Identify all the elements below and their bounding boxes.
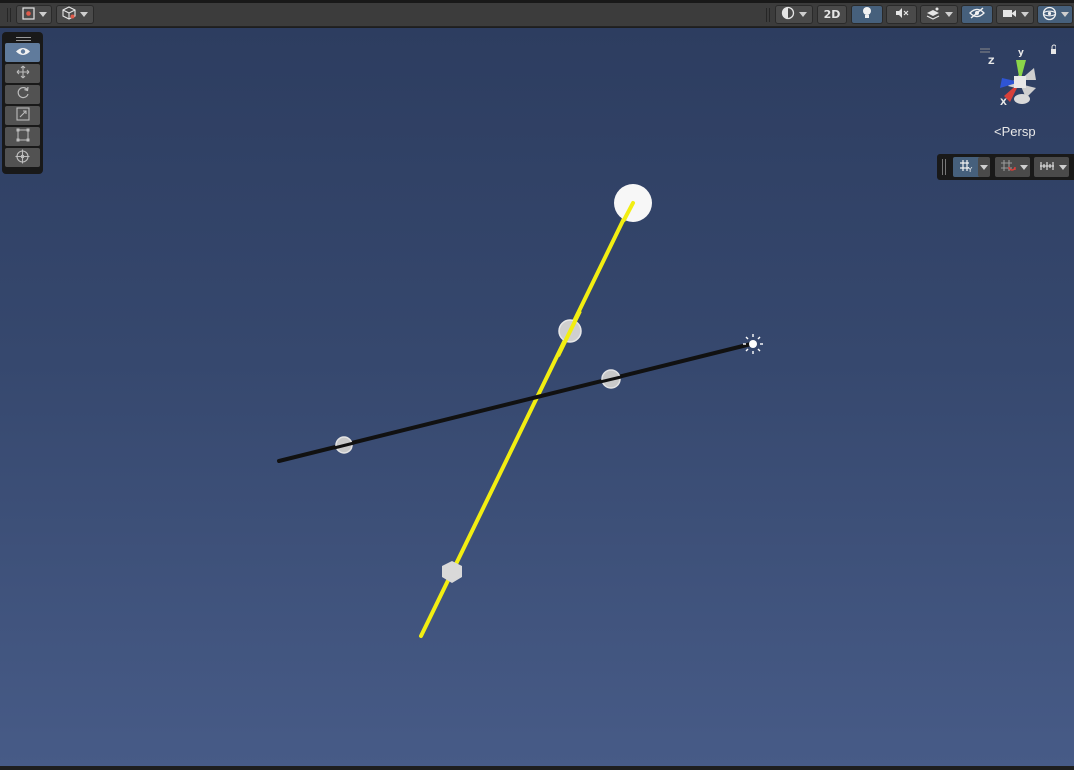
overlay-handle[interactable] xyxy=(942,159,946,175)
projection-label: Persp xyxy=(1001,124,1036,139)
grid-snap-overlay: Y xyxy=(937,154,1074,180)
transform-icon xyxy=(15,149,30,167)
2d-toggle-button[interactable]: 2D xyxy=(817,5,847,24)
toolbar-grip[interactable] xyxy=(766,8,770,22)
rect-transform-icon xyxy=(16,128,30,145)
grid-options-dropdown[interactable] xyxy=(978,157,990,177)
scene-toolbar: 2D xyxy=(0,3,1074,27)
chevron-left-icon: < xyxy=(994,124,1002,139)
chevron-down-icon xyxy=(1020,12,1029,17)
pivot-icon xyxy=(21,6,35,23)
draw-mode-button[interactable] xyxy=(775,5,813,24)
grid-toggle-button[interactable]: Y xyxy=(953,157,981,177)
rotate-icon xyxy=(16,86,30,103)
projection-toggle[interactable]: <Persp xyxy=(994,124,1036,139)
light-icon[interactable] xyxy=(743,334,763,354)
global-local-button[interactable] xyxy=(56,5,94,24)
grid-snap-icon xyxy=(1000,159,1016,176)
cube-icon xyxy=(62,6,76,23)
audio-mute-icon xyxy=(895,7,909,22)
orientation-gizmo[interactable]: Z y X xyxy=(974,44,1057,124)
audio-toggle-button[interactable] xyxy=(886,5,917,24)
chevron-down-icon xyxy=(944,12,953,17)
scene-view[interactable]: Z y X <Persp Y xyxy=(0,28,1074,766)
toolbar-grip[interactable] xyxy=(7,8,11,22)
grid-y-icon: Y xyxy=(959,159,975,176)
chevron-down-icon xyxy=(38,12,47,17)
svg-text:Y: Y xyxy=(967,166,973,173)
lock-icon[interactable] xyxy=(1051,44,1057,54)
shading-sphere-icon xyxy=(781,6,795,23)
handle-gizmo[interactable] xyxy=(442,561,462,583)
gizmo-center-cube[interactable] xyxy=(1014,76,1026,88)
rotate-tool[interactable] xyxy=(5,85,40,104)
overlay-handle[interactable] xyxy=(5,35,40,43)
camera-settings-button[interactable] xyxy=(996,5,1034,24)
eye-icon xyxy=(15,46,31,60)
rect-tool[interactable] xyxy=(5,127,40,146)
move-tool[interactable] xyxy=(5,64,40,83)
gizmos-button[interactable] xyxy=(1037,5,1073,24)
effects-button[interactable] xyxy=(920,5,958,24)
lightbulb-icon xyxy=(861,6,873,23)
2d-label: 2D xyxy=(823,8,841,21)
effects-layers-icon xyxy=(926,7,941,23)
pivot-mode-button[interactable] xyxy=(16,5,52,24)
scene-visibility-button[interactable] xyxy=(961,5,993,24)
lighting-toggle-button[interactable] xyxy=(851,5,883,24)
chevron-down-icon xyxy=(80,12,88,17)
move-arrows-icon xyxy=(16,65,30,82)
chevron-down-icon xyxy=(1060,12,1069,17)
camera-icon xyxy=(1002,8,1017,22)
ruler-icon xyxy=(1039,160,1055,175)
tools-overlay xyxy=(2,32,43,174)
view-tool[interactable] xyxy=(5,43,40,62)
gizmo-sphere-icon xyxy=(1042,6,1057,24)
eye-slash-icon xyxy=(969,7,985,22)
scene-canvas xyxy=(277,184,763,638)
scale-icon xyxy=(15,107,30,124)
axis-cone xyxy=(1014,94,1030,104)
increment-options-dropdown[interactable] xyxy=(1057,157,1069,177)
chevron-down-icon xyxy=(799,12,807,17)
transform-tool[interactable] xyxy=(5,148,40,167)
bottom-edge xyxy=(0,766,1074,770)
y-axis-label: y xyxy=(1018,48,1024,58)
z-axis-label: Z xyxy=(988,57,995,67)
scale-tool[interactable] xyxy=(5,106,40,125)
x-axis-label: X xyxy=(1000,98,1007,108)
snap-options-dropdown[interactable] xyxy=(1018,157,1030,177)
